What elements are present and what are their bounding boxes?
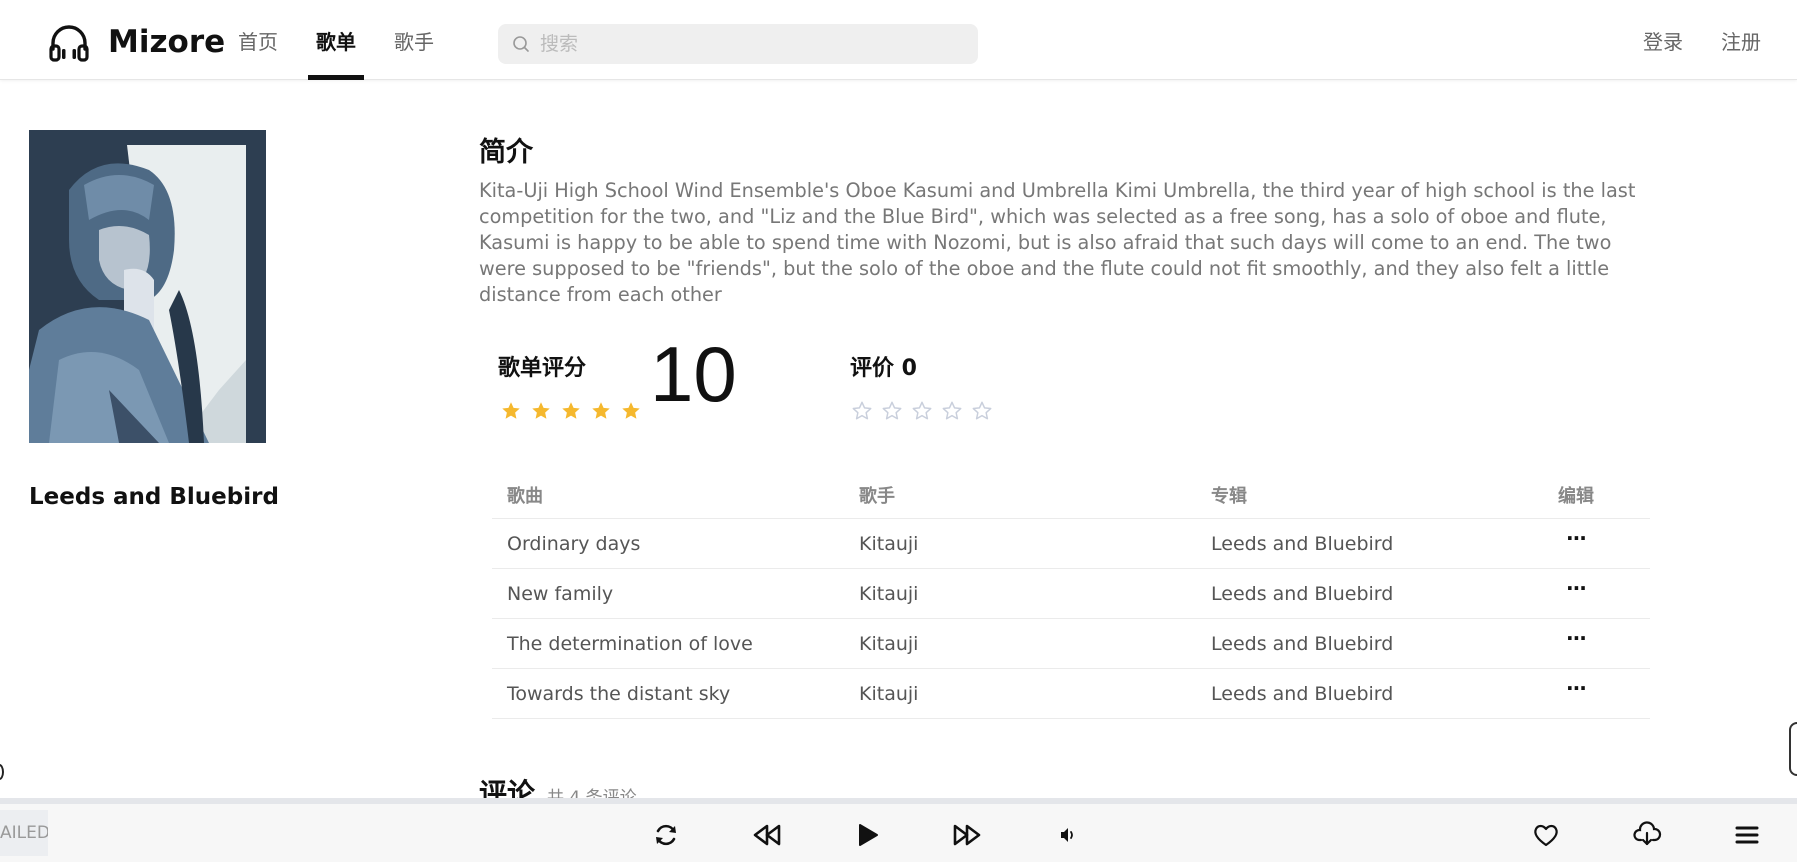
star-filled-icon <box>532 402 550 419</box>
song-album[interactable]: Leeds and Bluebird <box>1196 583 1558 605</box>
nav-playlists[interactable]: 歌单 <box>308 0 364 80</box>
nav-singers[interactable]: 歌手 <box>394 0 434 80</box>
headphones-icon <box>49 25 89 62</box>
register-link[interactable]: 注册 <box>1721 26 1761 55</box>
star-empty-icon[interactable] <box>911 400 933 422</box>
score-value: 10 <box>650 330 737 418</box>
play-icon[interactable] <box>852 820 882 850</box>
table-row[interactable]: New family Kitauji Leeds and Bluebird ··… <box>492 569 1650 619</box>
intro-section: 简介 <box>479 130 1654 169</box>
song-title[interactable]: New family <box>492 583 844 605</box>
header-song: 歌曲 <box>507 486 543 507</box>
songs-table: 歌曲 歌手 专辑 编辑 Ordinary days Kitauji Leeds … <box>492 472 1650 719</box>
song-album[interactable]: Leeds and Bluebird <box>1196 633 1558 655</box>
search-icon <box>513 36 529 52</box>
intro-title: 简介 <box>479 137 533 168</box>
logo[interactable]: Mizore <box>48 22 225 64</box>
login-link[interactable]: 登录 <box>1643 26 1683 55</box>
auth-links: 登录 注册 <box>1605 0 1761 80</box>
side-drawer-tab[interactable] <box>1789 722 1797 776</box>
top-navbar: Mizore 首页 歌单 歌手 登录 注册 <box>0 0 1797 80</box>
rate-label: 评价 0 <box>850 356 917 381</box>
playlist-menu-icon[interactable] <box>1732 820 1762 850</box>
song-singer[interactable]: Kitauji <box>844 633 1196 655</box>
star-filled-icon <box>592 402 610 419</box>
song-singer[interactable]: Kitauji <box>844 533 1196 555</box>
star-empty-icon[interactable] <box>941 400 963 422</box>
star-empty-icon[interactable] <box>971 400 993 422</box>
table-header: 歌曲 歌手 专辑 编辑 <box>492 472 1650 519</box>
previous-icon[interactable] <box>752 820 782 850</box>
heart-icon[interactable] <box>1531 820 1561 850</box>
table-row[interactable]: Ordinary days Kitauji Leeds and Bluebird… <box>492 519 1650 569</box>
nav-home[interactable]: 首页 <box>238 0 278 80</box>
song-album[interactable]: Leeds and Bluebird <box>1196 683 1558 705</box>
edge-indicator <box>0 764 4 780</box>
more-options-icon[interactable]: ··· <box>1566 626 1587 650</box>
more-options-icon[interactable]: ··· <box>1566 526 1587 550</box>
intro-text: Kita-Uji High School Wind Ensemble's Obo… <box>479 179 1636 306</box>
next-icon[interactable] <box>952 820 982 850</box>
logo-text: Mizore <box>108 24 226 60</box>
score-stars <box>500 400 650 422</box>
search-box <box>498 24 978 64</box>
score-label: 歌单评分 <box>498 356 587 381</box>
more-options-icon[interactable]: ··· <box>1566 576 1587 600</box>
song-title[interactable]: The determination of love <box>492 633 844 655</box>
star-filled-icon <box>502 402 520 419</box>
song-singer[interactable]: Kitauji <box>844 683 1196 705</box>
table-row[interactable]: The determination of love Kitauji Leeds … <box>492 619 1650 669</box>
header-edit: 编辑 <box>1558 486 1594 507</box>
song-singer[interactable]: Kitauji <box>844 583 1196 605</box>
song-title[interactable]: Towards the distant sky <box>492 683 844 705</box>
playlist-name: Leeds and Bluebird <box>29 484 279 510</box>
player-cover-failed: AILED <box>0 810 48 856</box>
header-album: 专辑 <box>1211 486 1247 507</box>
search-input[interactable] <box>540 33 960 55</box>
header-singer: 歌手 <box>859 486 895 507</box>
playlist-cover-image <box>29 130 266 443</box>
star-empty-icon[interactable] <box>881 400 903 422</box>
table-row[interactable]: Towards the distant sky Kitauji Leeds an… <box>492 669 1650 719</box>
star-empty-icon[interactable] <box>851 400 873 422</box>
main-nav: 首页 歌单 歌手 <box>238 0 472 80</box>
download-icon[interactable] <box>1632 820 1662 850</box>
song-title[interactable]: Ordinary days <box>492 533 844 555</box>
player-bar: AILED <box>0 798 1797 862</box>
song-album[interactable]: Leeds and Bluebird <box>1196 533 1558 555</box>
repeat-icon[interactable] <box>651 820 681 850</box>
more-options-icon[interactable]: ··· <box>1566 676 1587 700</box>
rating-stars[interactable] <box>851 400 1001 422</box>
star-filled-icon <box>622 402 640 419</box>
volume-icon[interactable] <box>1052 820 1082 850</box>
star-filled-icon <box>562 402 580 419</box>
